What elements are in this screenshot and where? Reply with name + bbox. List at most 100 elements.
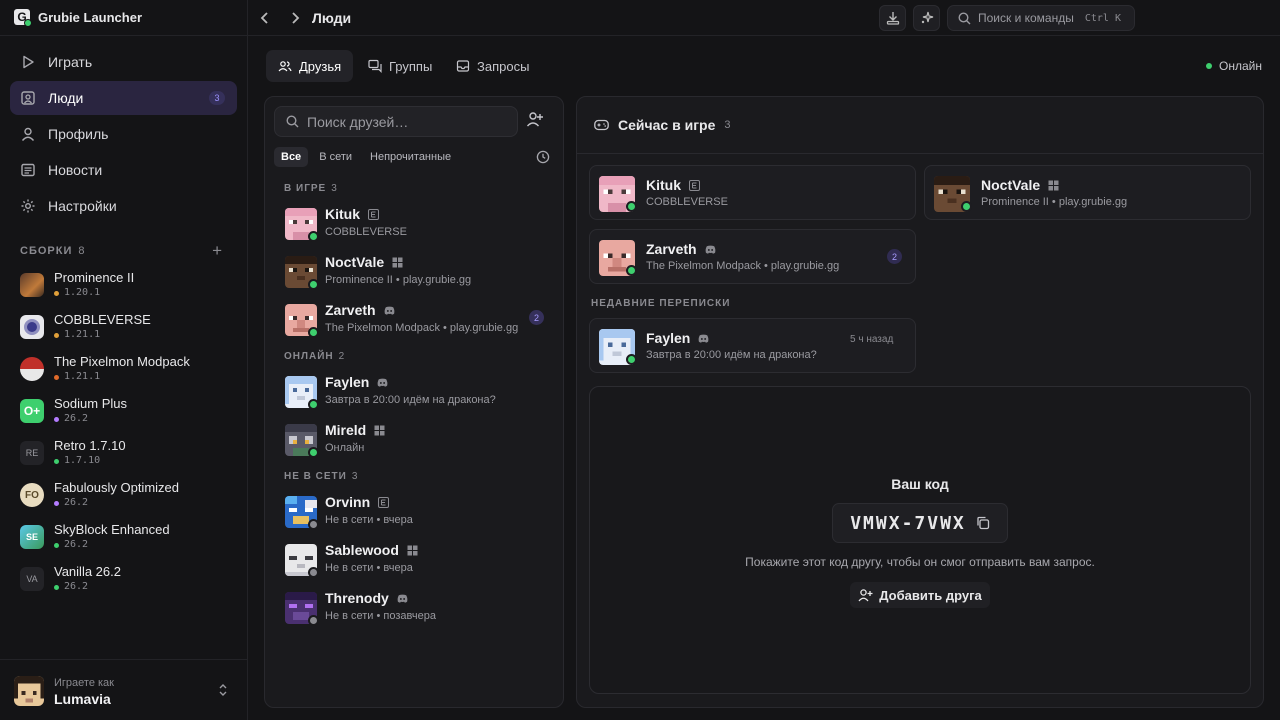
presence-status[interactable]: Онлайн <box>1206 59 1262 73</box>
account-switcher[interactable]: Играете как Lumavia <box>0 659 247 720</box>
tab-label: Запросы <box>477 58 530 74</box>
app-brand: G Grubie Launcher <box>14 9 142 27</box>
pack-icon: FO <box>20 483 44 507</box>
playing-card[interactable]: Zarveth The Pixelmon Modpack • play.grub… <box>589 229 916 284</box>
friend-status-text: The Pixelmon Modpack • play.grubie.gg <box>325 322 519 334</box>
pack-version: 26.2 <box>64 581 89 592</box>
playing-as-label: Играете как <box>54 677 114 689</box>
search-icon <box>286 115 299 128</box>
discord-icon <box>397 594 408 603</box>
friend-name: Faylen <box>325 374 370 390</box>
friend-row[interactable]: Orvinn Не в сети • вчера <box>285 492 545 532</box>
status-dot <box>308 567 319 578</box>
friend-name: Zarveth <box>325 302 376 318</box>
sidebar-item-news[interactable]: Новости <box>10 153 237 187</box>
filter-online[interactable]: В сети <box>312 147 359 167</box>
forward-button[interactable] <box>284 8 306 28</box>
copy-icon[interactable] <box>976 516 990 530</box>
people-badge: 3 <box>209 91 225 105</box>
add-friend-button[interactable]: Добавить друга <box>850 582 990 608</box>
status-dot <box>308 615 319 626</box>
shortcut-hint: Ctrl K <box>1084 12 1121 24</box>
friend-status-text: Prominence II • play.grubie.gg <box>325 274 472 286</box>
friend-name: NoctVale <box>981 177 1041 193</box>
downloads-button[interactable] <box>879 5 906 31</box>
app-logo-icon: G <box>14 9 32 27</box>
section-count: 2 <box>338 351 346 362</box>
playing-card[interactable]: NoctVale Prominence II • play.grubie.gg <box>924 165 1251 220</box>
section-title: НЕ В СЕТИ <box>284 471 347 482</box>
sidebar-item-settings[interactable]: Настройки <box>10 189 237 223</box>
back-button[interactable] <box>254 8 276 28</box>
pack-name: Retro 1.7.10 <box>54 438 126 453</box>
filter-all[interactable]: Все <box>274 147 309 167</box>
add-friend-icon[interactable] <box>526 110 544 128</box>
friend-row[interactable]: NoctVale Prominence II • play.grubie.gg <box>285 252 545 292</box>
windows-icon <box>1048 180 1059 190</box>
tab-requests[interactable]: Запросы <box>444 50 541 82</box>
unread-badge: 2 <box>529 310 544 325</box>
friend-row[interactable]: Kituk COBBLEVERSE <box>285 204 545 244</box>
packs-title: СБОРКИ <box>20 245 73 257</box>
filter-unread[interactable]: Непрочитанные <box>363 147 458 167</box>
pack-item-sodium[interactable]: O+ Sodium Plus 26.2 <box>20 393 235 429</box>
friend-code[interactable]: VMWX-7VWX <box>832 503 1008 543</box>
friend-row[interactable]: Faylen Завтра в 20:00 идём на дракона? <box>285 372 545 412</box>
history-icon[interactable] <box>536 150 550 164</box>
command-search[interactable]: Поиск и команды Ctrl K <box>947 5 1135 31</box>
java-icon <box>689 179 700 191</box>
tab-friends[interactable]: Друзья <box>266 50 354 82</box>
friend-row[interactable]: Threnody Не в сети • позавчера <box>285 588 545 628</box>
friend-row[interactable]: Zarveth The Pixelmon Modpack • play.grub… <box>285 300 545 340</box>
section-offline: НЕ В СЕТИ 3 <box>284 471 358 482</box>
now-playing-title: Сейчас в игре <box>618 117 716 133</box>
friend-code-value: VMWX-7VWX <box>850 512 966 534</box>
friend-name: Orvinn <box>325 494 371 510</box>
sidebar-item-profile[interactable]: Профиль <box>10 117 237 151</box>
friend-search-input[interactable]: Поиск друзей… <box>274 106 518 137</box>
news-icon <box>21 163 35 177</box>
friend-row[interactable]: Mireld Онлайн <box>285 420 545 460</box>
pack-icon <box>20 315 44 339</box>
friend-row[interactable]: Sablewood Не в сети • вчера <box>285 540 545 580</box>
playing-card[interactable]: Kituk COBBLEVERSE <box>589 165 916 220</box>
pack-version: 26.2 <box>64 497 89 508</box>
add-pack-button[interactable]: + <box>212 241 223 261</box>
pack-item-fabulously[interactable]: FO Fabulously Optimized 26.2 <box>20 477 235 513</box>
sidebar-item-play[interactable]: Играть <box>10 45 237 79</box>
pack-name: Fabulously Optimized <box>54 480 179 495</box>
friends-icon <box>278 61 292 72</box>
discord-icon <box>698 334 709 343</box>
friend-filters: Все В сети Непрочитанные <box>274 147 458 167</box>
friend-status-text: Не в сети • вчера <box>325 514 413 526</box>
pack-item-pixelmon[interactable]: The Pixelmon Modpack 1.21.1 <box>20 351 235 387</box>
message-time: 5 ч назад <box>850 334 894 345</box>
status-dot <box>626 265 637 276</box>
now-playing-header: Сейчас в игре 3 <box>577 97 1263 154</box>
pack-version: 1.7.10 <box>64 455 101 466</box>
pack-item-prominence[interactable]: Prominence II 1.20.1 <box>20 267 235 303</box>
discord-icon <box>384 306 394 315</box>
pack-icon: VA <box>20 567 44 591</box>
download-icon <box>886 12 899 25</box>
friend-name: Mireld <box>325 422 367 438</box>
pack-version: 1.21.1 <box>64 329 101 340</box>
windows-icon <box>374 425 385 435</box>
gamepad-icon <box>594 119 609 131</box>
search-icon <box>958 11 971 24</box>
pack-item-vanilla[interactable]: VA Vanilla 26.2 26.2 <box>20 561 235 597</box>
pack-item-cobbleverse[interactable]: COBBLEVERSE 1.21.1 <box>20 309 235 345</box>
section-title: В ИГРЕ <box>284 183 327 194</box>
friend-name: Kituk <box>646 177 681 193</box>
pack-item-skyblock[interactable]: SE SkyBlock Enhanced 26.2 <box>20 519 235 555</box>
sparkle-icon <box>921 11 933 24</box>
ai-assistant-button[interactable] <box>913 5 940 31</box>
pack-icon: O+ <box>20 399 44 423</box>
friend-status-text: Онлайн <box>325 442 365 454</box>
recent-chat-card[interactable]: Faylen Завтра в 20:00 идём на дракона? 5… <box>589 318 916 373</box>
add-user-icon <box>858 589 873 602</box>
pack-item-retro[interactable]: RE Retro 1.7.10 1.7.10 <box>20 435 235 471</box>
sidebar-item-people[interactable]: Люди 3 <box>10 81 237 115</box>
windows-icon <box>392 257 403 267</box>
tab-groups[interactable]: Группы <box>356 50 444 82</box>
